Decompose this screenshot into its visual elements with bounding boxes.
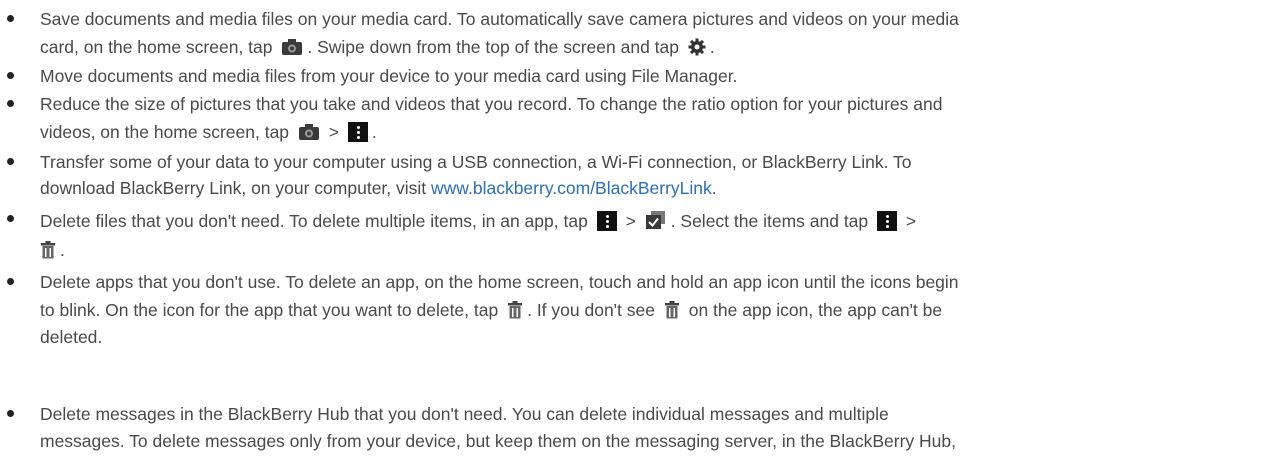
tip-text: . Swipe down from the top of the screen …	[307, 37, 679, 57]
tip-line: card, on the home screen, tap . Swipe do…	[40, 36, 715, 61]
tip-text: .	[711, 178, 717, 198]
tip-text: Move documents and media files from your…	[40, 66, 738, 86]
blackberry-link-url[interactable]: www.blackberry.com/BlackBerryLink	[431, 178, 712, 198]
tip-text: .	[709, 37, 715, 57]
tip-line: Delete messages in the BlackBerry Hub th…	[40, 403, 889, 425]
gear-icon	[688, 38, 706, 61]
bullet	[6, 100, 16, 110]
bullet	[6, 410, 16, 420]
tip-line: Reduce the size of pictures that you tak…	[40, 93, 942, 115]
overflow-menu-icon	[596, 211, 617, 231]
tip-text: videos, on the home screen, tap	[40, 122, 290, 142]
tip-text: .	[371, 122, 377, 142]
trash-icon	[664, 301, 680, 324]
bullet	[6, 278, 16, 288]
tip-line: videos, on the home screen, tap > .	[40, 121, 377, 146]
tip-text: Save documents and media files on your m…	[40, 9, 959, 29]
tip-line: Delete apps that you don't use. To delet…	[40, 271, 959, 293]
tip-text: >	[905, 211, 917, 231]
tip-line: Transfer some of your data to your compu…	[40, 151, 912, 173]
tip-line: Move documents and media files from your…	[40, 65, 737, 87]
trash-icon	[507, 301, 523, 324]
tip-text: . Select the items and tap	[670, 211, 869, 231]
camera-icon	[281, 38, 303, 61]
tip-text: deleted.	[40, 327, 103, 347]
tip-text: Delete apps that you don't use. To delet…	[40, 272, 959, 292]
overflow-menu-icon	[877, 211, 898, 231]
tip-line: .	[40, 239, 65, 264]
tip-text: to blink. On the icon for the app that y…	[40, 300, 499, 320]
tip-text: card, on the home screen, tap	[40, 37, 273, 57]
tip-text: . If you don't see	[527, 300, 655, 320]
tip-text: .	[60, 240, 65, 260]
tip-text: messages. To delete messages only from y…	[40, 431, 956, 451]
overflow-menu-icon	[347, 122, 368, 142]
tip-line: messages. To delete messages only from y…	[40, 430, 956, 452]
camera-icon	[298, 123, 320, 146]
tip-text: Delete messages in the BlackBerry Hub th…	[40, 404, 889, 424]
tip-text: download BlackBerry Link, on your comput…	[40, 178, 427, 198]
bullet	[6, 215, 16, 225]
tip-text: Reduce the size of pictures that you tak…	[40, 94, 943, 114]
bullet	[6, 158, 16, 168]
bullet	[6, 72, 16, 82]
tip-text: on the app icon, the app can't be	[688, 300, 943, 320]
tip-line: download BlackBerry Link, on your comput…	[40, 177, 717, 199]
tip-text: >	[328, 122, 340, 142]
tip-line: deleted.	[40, 326, 102, 348]
tip-text: Delete files that you don't need. To del…	[40, 211, 588, 231]
tip-text: >	[625, 211, 636, 231]
tip-text: Transfer some of your data to your compu…	[40, 152, 912, 172]
trash-icon	[40, 241, 56, 264]
bullet	[6, 15, 16, 25]
tip-line: Delete files that you don't need. To del…	[40, 210, 916, 235]
tip-line: to blink. On the icon for the app that y…	[40, 299, 942, 324]
select-items-icon	[645, 210, 667, 235]
tip-line: Save documents and media files on your m…	[40, 8, 959, 30]
